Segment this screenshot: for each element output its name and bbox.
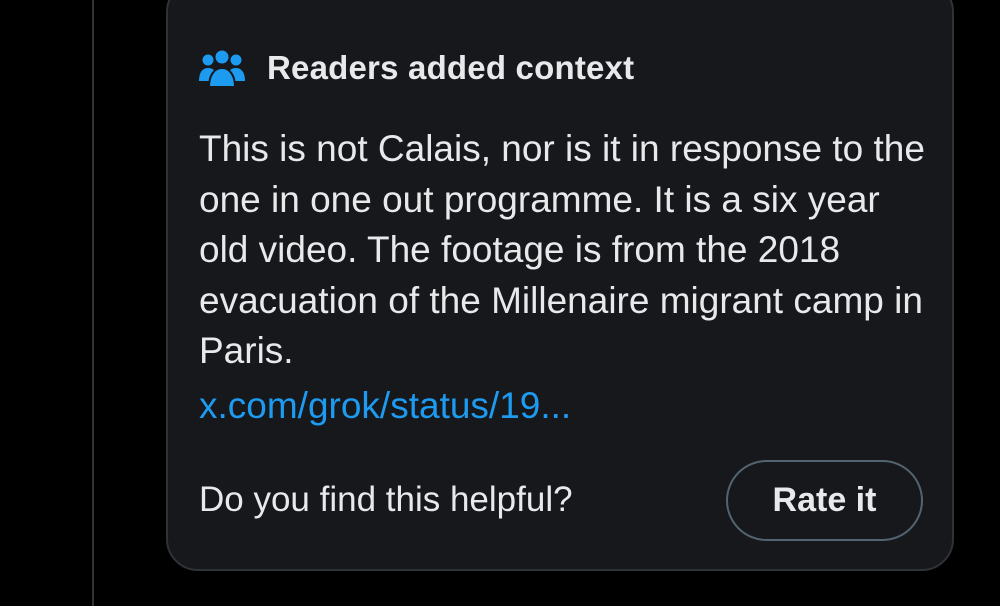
post-detail-view: Readers added context This is not Calais…: [0, 0, 1000, 606]
timeline-divider: [92, 0, 94, 606]
community-note-text: This is not Calais, nor is it in respons…: [199, 128, 925, 371]
community-people-icon: [199, 48, 245, 88]
rate-it-button[interactable]: Rate it: [726, 460, 923, 541]
helpful-question-label: Do you find this helpful?: [199, 480, 573, 519]
community-note-header: Readers added context: [198, 46, 634, 90]
community-note-title: Readers added context: [267, 49, 635, 86]
community-note-source-link[interactable]: x.com/grok/status/19...: [199, 381, 571, 431]
